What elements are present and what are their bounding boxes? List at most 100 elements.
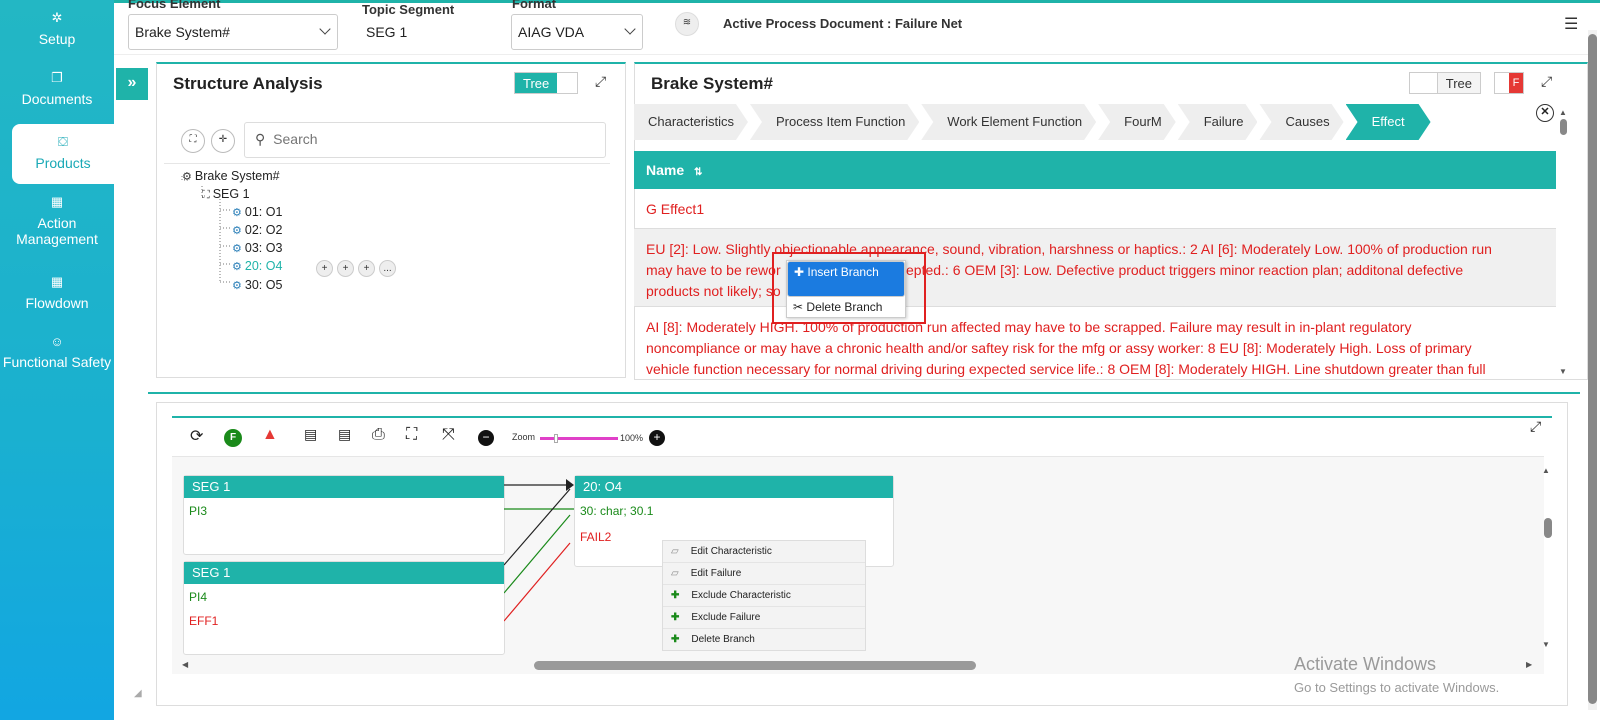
node-line: EFF1: [189, 614, 219, 628]
scroll-up-icon[interactable]: ▲: [1558, 108, 1568, 117]
fullscreen-icon[interactable]: ⤧: [442, 426, 455, 444]
chevron-down-icon: [624, 23, 636, 35]
sidebar-item-functional-safety[interactable]: ☺ Functional Safety: [0, 334, 114, 394]
refresh-icon[interactable]: ⟳: [190, 426, 203, 446]
tree-node-o4[interactable]: ⚙ 20: O4: [232, 259, 282, 273]
topic-segment-label: Topic Segment: [362, 2, 455, 17]
edit-failure-menu-item[interactable]: ▱ Edit Failure: [663, 563, 865, 585]
crumb-failure[interactable]: Failure: [1178, 104, 1258, 140]
sidebar-item-documents[interactable]: ❐ Documents: [0, 70, 114, 116]
page-scrollbar[interactable]: [1588, 30, 1597, 710]
edit-characteristic-menu-item[interactable]: ▱ Edit Characteristic: [663, 541, 865, 563]
zoom-in-icon[interactable]: +: [649, 430, 665, 446]
scroll-down-icon[interactable]: ▼: [1558, 367, 1568, 376]
search-box[interactable]: ⚲: [244, 122, 606, 158]
active-process-document: Active Process Document : Failure Net: [723, 16, 963, 31]
settings-sliders-icon[interactable]: ☰: [1564, 14, 1578, 34]
node-title: SEG 1: [184, 562, 504, 584]
sidebar-item-flowdown[interactable]: ▦ Flowdown: [0, 274, 114, 320]
tree-node-o1[interactable]: ⚙ 01: O1: [232, 205, 282, 219]
collapse-all-button[interactable]: ✛: [211, 129, 235, 153]
failure-toggle[interactable]: F: [1494, 72, 1524, 94]
add-button[interactable]: +: [337, 260, 354, 277]
detail-tree-toggle[interactable]: Tree: [1409, 72, 1481, 94]
fit-screen-icon[interactable]: ⛶: [406, 426, 417, 444]
expand-sidebar-button[interactable]: »: [116, 68, 148, 100]
sidebar-item-products[interactable]: ⛋ Products: [12, 124, 114, 184]
zoom-slider-handle[interactable]: [554, 434, 558, 443]
warning-icon[interactable]: ▲: [262, 426, 278, 444]
chevron-down-icon: [319, 23, 331, 35]
safety-icon: ☺: [50, 334, 64, 349]
sidebar-item-label: Setup: [38, 31, 76, 47]
plus-icon: ✚: [671, 590, 680, 601]
table-row[interactable]: G Effect1: [634, 189, 1556, 229]
expand-icon[interactable]: ⤢: [1541, 73, 1552, 90]
scroll-up-icon[interactable]: ▲: [1542, 466, 1550, 475]
detail-scrollbar-thumb[interactable]: [1559, 119, 1567, 135]
building-icon: ▦: [50, 194, 64, 209]
node-line: 30: char; 30.1: [580, 504, 654, 518]
zoom-value: 100%: [620, 433, 644, 443]
expand-all-button[interactable]: ⛶: [181, 129, 205, 153]
zoom-label: Zoom: [512, 432, 536, 442]
panel-divider: [148, 392, 1580, 394]
exclude-failure-menu-item[interactable]: ✚ Exclude Failure: [663, 607, 865, 629]
divider: [114, 54, 1588, 55]
windows-watermark-title: Activate Windows: [1294, 654, 1437, 674]
failure-filter-icon[interactable]: F: [224, 429, 242, 447]
graph-node-seg1-pi3[interactable]: SEG 1 PI3: [183, 475, 505, 555]
scroll-left-icon[interactable]: ◀: [182, 660, 188, 669]
search-input[interactable]: [273, 131, 574, 147]
crumb-process-item-function[interactable]: Process Item Function: [750, 104, 919, 140]
expand-icon[interactable]: ⤢: [1530, 418, 1541, 435]
format-select[interactable]: AIAG VDA: [511, 14, 643, 50]
layers-button[interactable]: ≋: [675, 12, 699, 36]
sidebar-item-label: Action Management: [16, 215, 98, 247]
crumb-causes[interactable]: Causes: [1259, 104, 1343, 140]
crumb-effect[interactable]: Effect: [1346, 104, 1431, 140]
graph-vertical-scroll-thumb[interactable]: [1544, 518, 1552, 538]
zoom-slider[interactable]: [540, 434, 618, 443]
graph-horizontal-scroll-thumb[interactable]: [534, 661, 976, 670]
page-scrollbar-thumb[interactable]: [1588, 34, 1597, 704]
export-png-icon[interactable]: ▤: [338, 426, 351, 443]
structure-tree-toggle[interactable]: Tree: [514, 72, 578, 94]
zoom-out-icon[interactable]: −: [478, 430, 494, 446]
scroll-down-icon[interactable]: ▼: [1542, 640, 1550, 649]
exclude-characteristic-menu-item[interactable]: ✚ Exclude Characteristic: [663, 585, 865, 607]
scroll-right-icon[interactable]: ▶: [1526, 660, 1532, 669]
crumb-fourm[interactable]: FourM: [1098, 104, 1176, 140]
crumb-characteristics[interactable]: Characteristics: [634, 104, 748, 140]
tree-node-o5[interactable]: ⚙ 30: O5: [232, 278, 282, 292]
delete-branch-menu-item[interactable]: ✂ Delete Branch: [787, 297, 905, 317]
expand-icon[interactable]: ⤢: [595, 73, 606, 90]
structure-analysis-title: Structure Analysis: [173, 74, 323, 93]
tree-node-o3[interactable]: ⚙ 03: O3: [232, 241, 282, 255]
close-icon[interactable]: ✕: [1536, 104, 1554, 122]
add-button[interactable]: +: [358, 260, 375, 277]
add-button[interactable]: +: [316, 260, 333, 277]
insert-branch-menu-item[interactable]: ✚ Insert Branch: [787, 261, 905, 297]
crumb-work-element-function[interactable]: Work Element Function: [921, 104, 1096, 140]
more-button[interactable]: ...: [379, 260, 396, 277]
sidebar-item-setup[interactable]: ✲ Setup: [0, 10, 114, 56]
graph-node-seg1-pi4[interactable]: SEG 1 PI4 EFF1: [183, 561, 505, 655]
tree-lines: [181, 176, 232, 283]
graph-accent-line: [172, 416, 1552, 418]
double-chevron-right-icon: »: [127, 74, 137, 91]
edit-doc-icon: ▱: [671, 568, 679, 579]
print-icon[interactable]: ⎙: [372, 426, 385, 444]
sidebar-item-label: Functional Safety: [2, 354, 112, 370]
node-line: PI4: [189, 590, 208, 604]
resize-handle-icon[interactable]: ◢: [134, 688, 142, 699]
collapse-all-icon: ✛: [218, 134, 228, 145]
scissors-icon: ✂: [793, 300, 804, 314]
tree-node-o2[interactable]: ⚙ 02: O2: [232, 223, 282, 237]
delete-branch-menu-item[interactable]: ✚ Delete Branch: [663, 629, 865, 650]
focus-element-select[interactable]: Brake System#: [128, 14, 338, 50]
sidebar-item-action-management[interactable]: ▦ Action Management: [0, 194, 114, 254]
export-svg-icon[interactable]: ▤: [304, 426, 317, 443]
detail-scrollbar[interactable]: ▲ ▼: [1558, 108, 1568, 376]
name-column-header[interactable]: Name ⇅: [634, 151, 1556, 189]
